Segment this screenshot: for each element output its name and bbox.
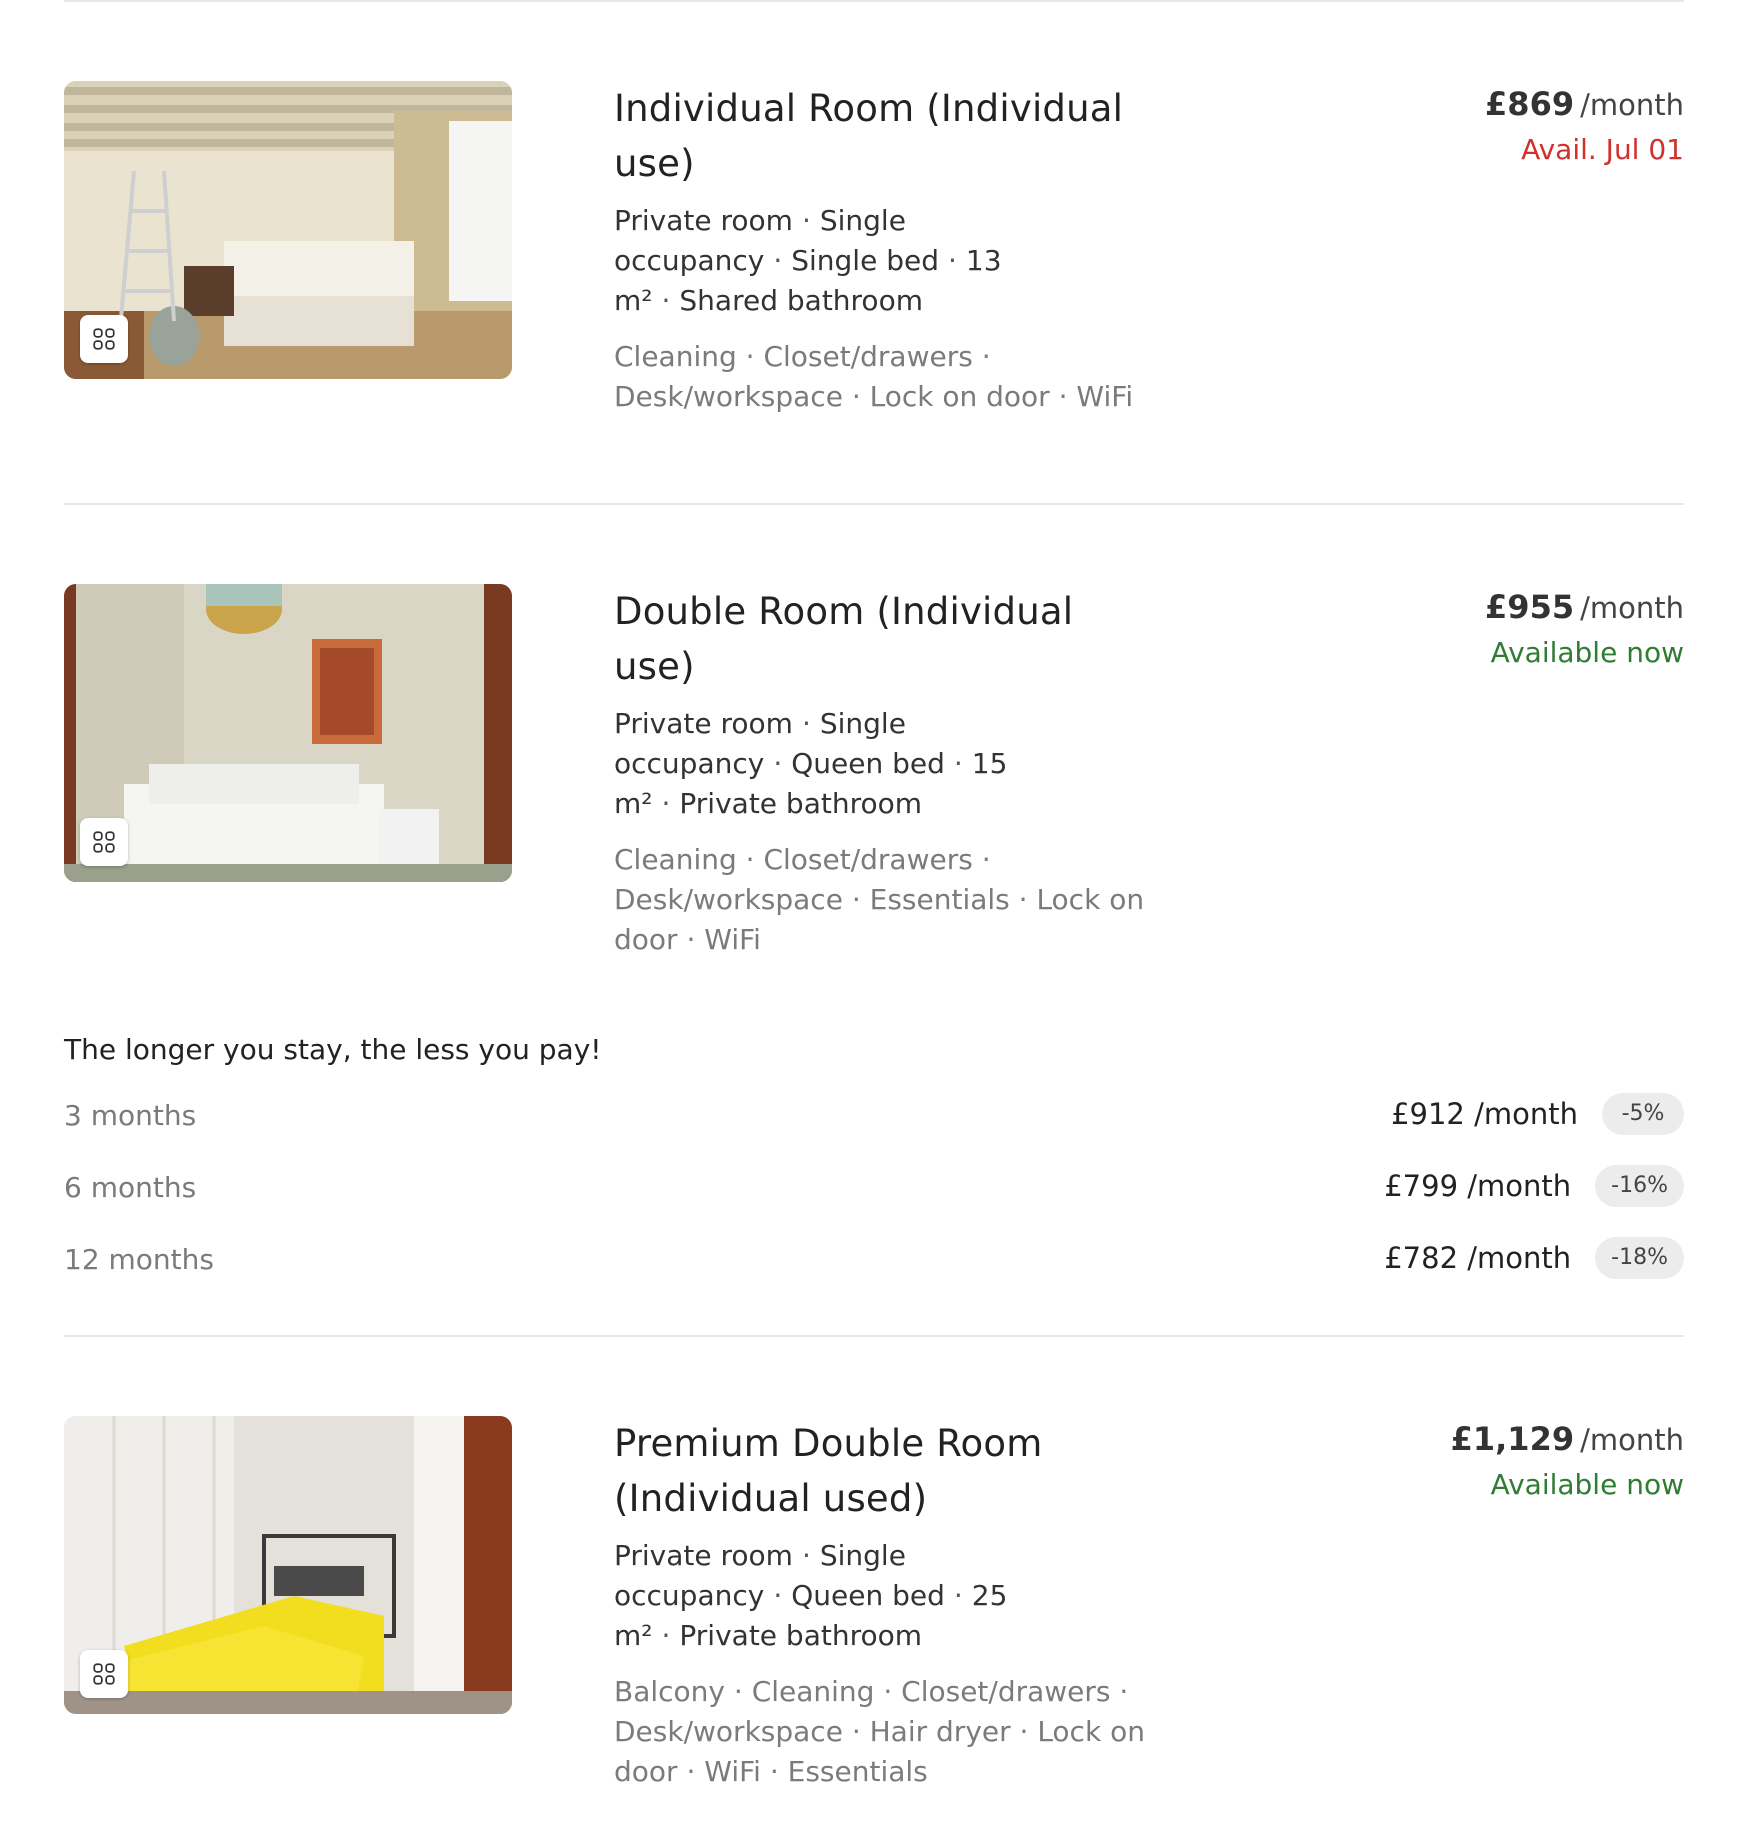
price-unit: /month — [1580, 1423, 1684, 1457]
discount-price: £799 /month — [1384, 1169, 1572, 1203]
room-photo[interactable] — [64, 584, 512, 882]
room-specs: Private room · Single occupancy · Queen bed ·… — [614, 704, 1154, 824]
separator-dot: · — [773, 244, 783, 277]
spec-bed: Single bed — [791, 244, 939, 277]
separator-dot: · — [661, 787, 671, 820]
room-specs: Private room · Single occupancy · Single bed… — [614, 201, 1154, 321]
room-title[interactable]: Double Room (Individual use) — [614, 584, 1154, 694]
availability-status: Available now — [1490, 1468, 1684, 1501]
discount-row: 12 months £782 /month -18% — [64, 1224, 1684, 1296]
room-price: £869 — [1485, 85, 1575, 123]
availability-status: Available now — [1490, 636, 1684, 669]
availability-status: Avail. Jul 01 — [1521, 133, 1684, 166]
room-amenities: Balcony · Cleaning · Closet/drawers · De… — [614, 1675, 1145, 1788]
room-price: £1,129 — [1450, 1420, 1575, 1458]
room-photo-image — [64, 81, 512, 379]
separator-dot: · — [953, 747, 963, 780]
listing-divider — [64, 1335, 1684, 1337]
gallery-grid-icon — [93, 1663, 115, 1685]
room-title[interactable]: Premium Double Room (Individual used) — [614, 1416, 1154, 1526]
spec-bathroom: Shared bathroom — [679, 284, 923, 317]
price-unit: /month — [1580, 591, 1684, 625]
discount-badge: -5% — [1602, 1093, 1684, 1135]
discount-duration: 12 months — [64, 1243, 214, 1276]
discount-row: 6 months £799 /month -16% — [64, 1152, 1684, 1224]
room-specs: Private room · Single occupancy · Queen bed ·… — [614, 1536, 1154, 1656]
separator-dot: · — [801, 1539, 811, 1572]
room-amenities: Cleaning · Closet/drawers · Desk/workspa… — [614, 340, 1134, 413]
gallery-grid-icon — [93, 831, 115, 853]
long-stay-discounts: The longer you stay, the less you pay! 3… — [64, 1030, 1684, 1296]
room-amenities: Cleaning · Closet/drawers · Desk/workspa… — [614, 843, 1145, 956]
room-photo-image — [64, 1416, 512, 1714]
price-block: £869/month Avail. Jul 01 — [1264, 81, 1684, 171]
discount-duration: 3 months — [64, 1099, 197, 1132]
room-price: £955 — [1485, 588, 1575, 626]
separator-dot: · — [801, 204, 811, 237]
discount-badge: -18% — [1595, 1237, 1684, 1279]
gallery-grid-icon — [93, 328, 115, 350]
gallery-button[interactable] — [80, 1650, 128, 1698]
price-block: £955/month Available now — [1264, 584, 1684, 674]
price-block: £1,129/month Available now — [1264, 1416, 1684, 1506]
separator-dot: · — [661, 284, 671, 317]
gallery-button[interactable] — [80, 315, 128, 363]
discount-badge: -16% — [1595, 1165, 1684, 1207]
price-unit: /month — [1580, 88, 1684, 122]
spec-type: Private room — [614, 204, 793, 237]
spec-bathroom: Private bathroom — [679, 1619, 923, 1652]
spec-bed: Queen bed — [791, 747, 945, 780]
room-photo[interactable] — [64, 81, 512, 379]
separator-dot: · — [953, 1579, 963, 1612]
discounts-title: The longer you stay, the less you pay! — [64, 1033, 602, 1066]
separator-dot: · — [947, 244, 957, 277]
separator-dot: · — [661, 1619, 671, 1652]
separator-dot: · — [773, 1579, 783, 1612]
separator-dot: · — [801, 707, 811, 740]
discount-duration: 6 months — [64, 1171, 197, 1204]
listing-divider — [64, 503, 1684, 505]
top-divider — [64, 0, 1684, 2]
room-photo-image — [64, 584, 512, 882]
room-title[interactable]: Individual Room (Individual use) — [614, 81, 1154, 191]
discount-price: £912 /month — [1391, 1097, 1578, 1131]
gallery-button[interactable] — [80, 818, 128, 866]
room-photo[interactable] — [64, 1416, 512, 1714]
separator-dot: · — [773, 747, 783, 780]
spec-bathroom: Private bathroom — [679, 787, 923, 820]
spec-type: Private room — [614, 707, 793, 740]
discount-price: £782 /month — [1384, 1241, 1572, 1275]
discount-row: 3 months £912 /month -5% — [64, 1080, 1684, 1152]
spec-type: Private room — [614, 1539, 793, 1572]
spec-bed: Queen bed — [791, 1579, 945, 1612]
